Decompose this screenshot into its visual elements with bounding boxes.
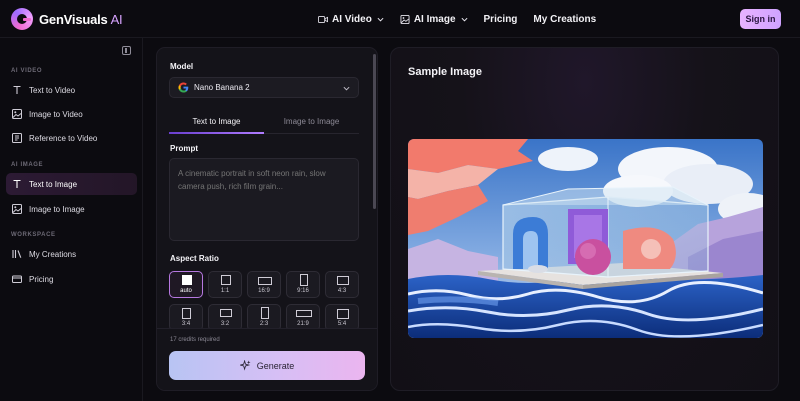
ratio-option-2-3[interactable]: 2:3 [247, 304, 281, 331]
sidebar-item-text-to-image[interactable]: Text to Image [6, 173, 137, 195]
sidebar-item-text-to-video[interactable]: Text to Video [6, 79, 137, 101]
ratio-shape [258, 277, 272, 285]
sample-image [408, 139, 763, 338]
image-icon [12, 204, 22, 214]
ratio-shape [337, 309, 349, 319]
top-header: GenVisuals AI AI Video AI Image Pricing M… [0, 0, 800, 38]
reference-icon [12, 133, 22, 143]
brand-suffix: AI [110, 11, 123, 27]
chevron-down-icon [343, 86, 350, 91]
brand-name: GenVisuals [39, 11, 108, 27]
sidebar-item-my-creations[interactable]: My Creations [6, 243, 137, 265]
image-icon [12, 109, 22, 119]
nav-pricing[interactable]: Pricing [484, 14, 518, 25]
sign-in-button[interactable]: Sign in [740, 9, 781, 29]
sample-image-panel: Sample Image [390, 47, 779, 391]
ratio-option-3-4[interactable]: 3:4 [169, 304, 203, 331]
model-value: Nano Banana 2 [194, 83, 250, 92]
ratio-shape [220, 309, 232, 317]
generation-form-panel: Model Nano Banana 2 Text to Image Image … [156, 47, 378, 391]
form-scrollbar[interactable] [373, 54, 376, 209]
form-footer: 17 credits required Generate [157, 328, 377, 390]
library-icon [12, 250, 22, 258]
ratio-shape [337, 276, 349, 285]
nav-my-creations[interactable]: My Creations [533, 14, 596, 25]
ratio-shape [221, 275, 231, 285]
tab-text-to-image[interactable]: Text to Image [169, 110, 264, 134]
nav-ai-video[interactable]: AI Video [318, 14, 384, 25]
generate-button[interactable]: Generate [169, 351, 365, 380]
model-label: Model [170, 62, 194, 71]
sparkle-icon [239, 360, 251, 371]
prompt-label: Prompt [170, 144, 198, 153]
credits-required: 17 credits required [170, 337, 220, 343]
mode-tabs: Text to Image Image to Image [169, 110, 359, 134]
ratio-option-21-9[interactable]: 21:9 [286, 304, 320, 331]
text-icon [13, 85, 21, 94]
sidebar-item-reference-to-video[interactable]: Reference to Video [6, 127, 137, 149]
ratio-shape [182, 275, 192, 285]
ratio-option-5-4[interactable]: 5:4 [325, 304, 359, 331]
ratio-shape [261, 307, 269, 319]
chevron-down-icon [461, 17, 468, 22]
model-select[interactable]: Nano Banana 2 [169, 77, 359, 98]
ratio-shape [296, 310, 312, 317]
nav-ai-image[interactable]: AI Image [400, 14, 468, 25]
sample-title: Sample Image [408, 66, 482, 78]
chevron-down-icon [377, 17, 384, 22]
logo-icon [11, 8, 33, 30]
section-label-workspace: WORKSPACE [11, 232, 56, 238]
aspect-ratio-label: Aspect Ratio [170, 254, 219, 263]
ratio-option-1-1[interactable]: 1:1 [208, 271, 242, 298]
tab-image-to-image[interactable]: Image to Image [264, 110, 359, 133]
ratio-option-3-2[interactable]: 3:2 [208, 304, 242, 331]
sidebar-item-image-to-image[interactable]: Image to Image [6, 198, 137, 220]
text-icon [13, 179, 21, 188]
ratio-shape [182, 308, 191, 319]
main-nav: AI Video AI Image Pricing My Creations [318, 0, 612, 38]
sidebar: AI VIDEO Text to Video Image to Video Re… [0, 38, 143, 401]
image-icon [400, 14, 410, 24]
collapse-sidebar-icon[interactable] [122, 46, 131, 55]
section-label-ai-image: AI IMAGE [11, 162, 44, 168]
brand-logo[interactable]: GenVisuals AI [11, 8, 123, 30]
sidebar-item-pricing[interactable]: Pricing [6, 268, 137, 290]
ratio-shape [300, 274, 308, 286]
sidebar-item-image-to-video[interactable]: Image to Video [6, 103, 137, 125]
ratio-option-4-3[interactable]: 4:3 [325, 271, 359, 298]
video-icon [318, 15, 328, 23]
ratio-option-9-16[interactable]: 9:16 [286, 271, 320, 298]
ratio-option-auto[interactable]: auto [169, 271, 203, 298]
prompt-input[interactable] [169, 158, 359, 241]
ratio-option-16-9[interactable]: 16:9 [247, 271, 281, 298]
section-label-ai-video: AI VIDEO [11, 68, 43, 74]
google-icon [178, 82, 189, 93]
card-icon [12, 275, 22, 283]
